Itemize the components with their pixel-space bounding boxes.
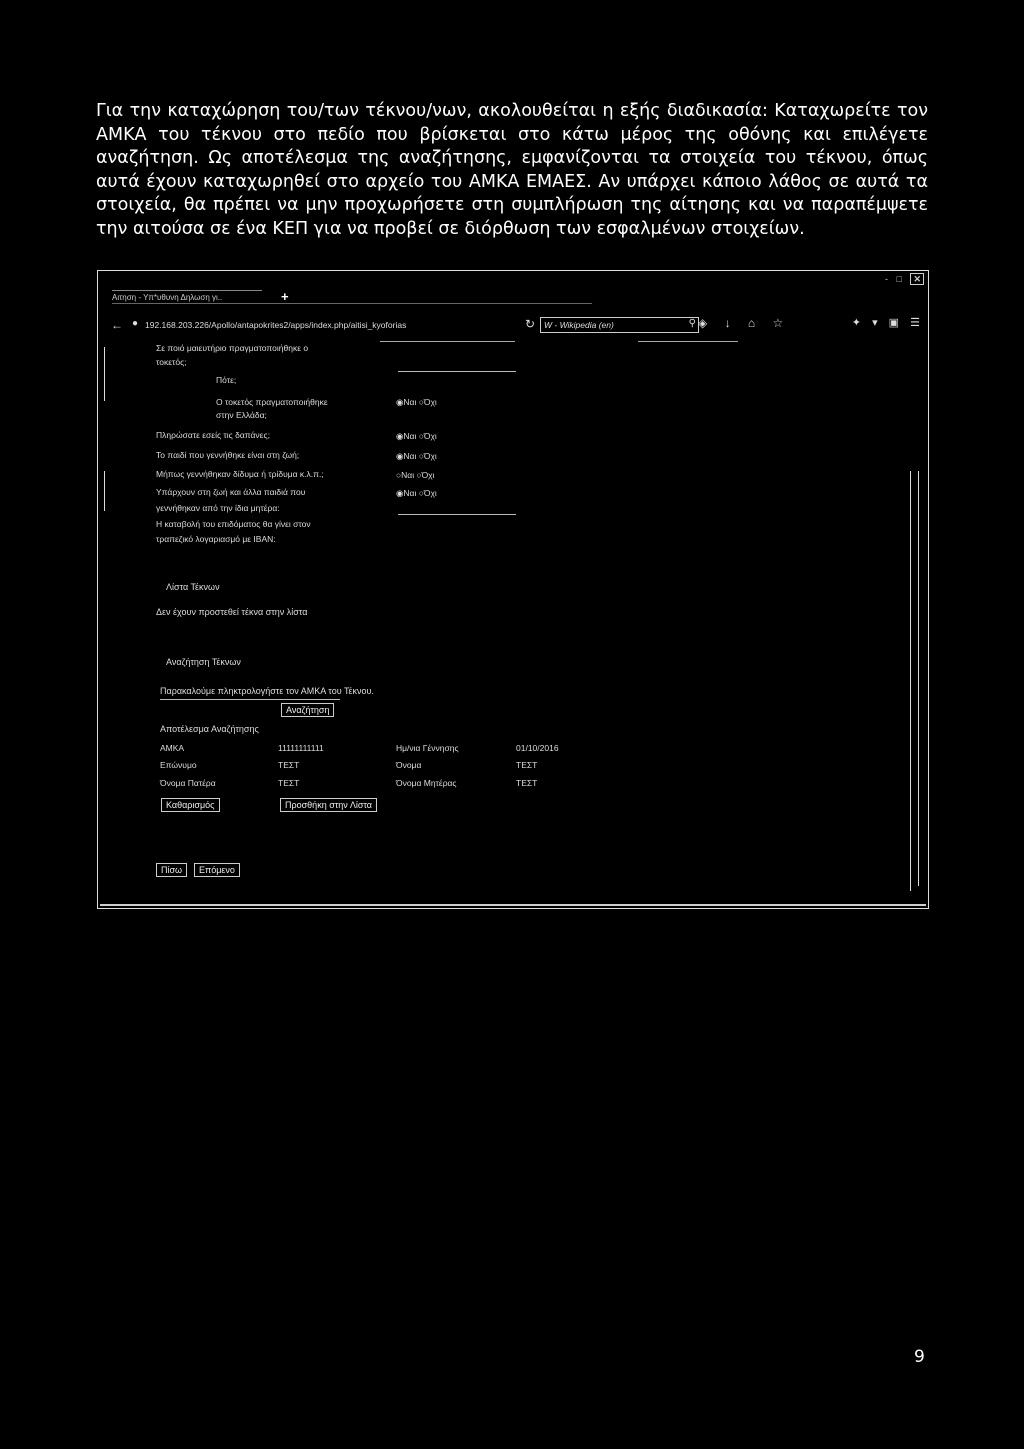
search-input[interactable]: W - Wikipedia (en) ⚲ bbox=[540, 317, 699, 333]
reload-icon[interactable]: ↻ bbox=[525, 317, 535, 331]
results-title: Αποτέλεσμα Αναζήτησης bbox=[160, 724, 259, 734]
bookmark-star-icon[interactable]: ☆ bbox=[773, 316, 784, 330]
extension-icon[interactable]: ✦ bbox=[852, 317, 861, 329]
pocket-icon[interactable]: ◈ bbox=[698, 316, 707, 330]
father-value: ΤΕΣΤ bbox=[278, 778, 300, 788]
url-bar[interactable]: 192.168.203.226/Apollo/antapokrites2/app… bbox=[145, 320, 515, 330]
twins-label: Μήπως γεννήθηκαν δίδυμα ή τρίδυμα κ.λ.π.… bbox=[156, 469, 324, 479]
browser-screenshot: Αιτηση - Υπ*υθυνη Δηλωση γι.. + - □ ✕ ← … bbox=[97, 270, 929, 909]
dropdown-icon[interactable]: ▾ bbox=[872, 317, 878, 329]
children-list-empty: Δεν έχουν προστεθεί τέκνα στην λίστα bbox=[156, 607, 308, 617]
tab-bar: Αιτηση - Υπ*υθυνη Δηλωση γι.. + - □ ✕ bbox=[98, 271, 928, 304]
amka-value: 11111111111 bbox=[278, 743, 324, 753]
intro-paragraph: Για την καταχώρηση του/των τέκνου/νων, α… bbox=[96, 101, 928, 239]
mother-value: ΤΕΣΤ bbox=[516, 778, 538, 788]
maternity-label: Σε ποιό μαιευτήριο πραγματοποιήθηκε ο bbox=[156, 343, 309, 353]
page-number: 9 bbox=[914, 1347, 925, 1367]
iban-label-2: τραπεζικό λογαριασμό με IBAN: bbox=[156, 534, 276, 544]
minimize-icon[interactable]: - bbox=[885, 274, 888, 284]
search-placeholder: W - Wikipedia (en) bbox=[544, 320, 614, 330]
back-button[interactable]: Πίσω bbox=[156, 863, 188, 877]
next-button[interactable]: Επόμενο bbox=[194, 863, 240, 877]
navigation-bar: ← ● 192.168.203.226/Apollo/antapokrites2… bbox=[98, 315, 928, 337]
clear-button[interactable]: Καθαρισμός bbox=[161, 798, 220, 812]
birthdate-label: Ημ/νια Γέννησης bbox=[396, 743, 459, 753]
search-icon[interactable]: ⚲ bbox=[689, 317, 696, 331]
browser-tab[interactable]: Αιτηση - Υπ*υθυνη Δηλωση γι.. bbox=[112, 290, 262, 302]
screenshot-icon[interactable]: ▣ bbox=[889, 317, 899, 329]
alive-label: Το παιδί που γεννήθηκε είναι στη ζωή; bbox=[156, 450, 300, 460]
add-to-list-button[interactable]: Προσθήκη στην Λίστα bbox=[280, 798, 378, 812]
others-radio[interactable]: ◉Ναι ○Όχι bbox=[396, 488, 437, 499]
close-icon[interactable]: ✕ bbox=[910, 273, 924, 285]
birthdate-value: 01/10/2016 bbox=[516, 743, 559, 753]
alive-radio[interactable]: ◉Ναι ○Όχι bbox=[396, 451, 437, 462]
mother-label: Όνομα Μητέρας bbox=[396, 778, 457, 788]
iban-label: Η καταβολή του επιδόματος θα γίνει στον bbox=[156, 519, 311, 529]
surname-value: ΤΕΣΤ bbox=[278, 760, 300, 770]
surname-label: Επώνυμο bbox=[160, 760, 197, 770]
twins-radio[interactable]: ○Ναι ○Όχι bbox=[396, 470, 435, 480]
search-title: Αναζήτηση Τέκνων bbox=[166, 657, 241, 667]
search-button[interactable]: Αναζήτηση bbox=[281, 703, 335, 717]
menu-icon[interactable]: ☰ bbox=[910, 317, 920, 329]
greece-radio[interactable]: ◉Ναι ○Όχι bbox=[396, 397, 437, 408]
others-label: Υπάρχουν στη ζωή και άλλα παιδιά που bbox=[156, 487, 306, 497]
when-label: Πότε; bbox=[216, 375, 237, 385]
home-icon[interactable]: ⌂ bbox=[748, 316, 755, 330]
globe-icon: ● bbox=[132, 318, 139, 329]
father-label: Όνομα Πατέρα bbox=[160, 778, 216, 788]
new-tab-button[interactable]: + bbox=[281, 289, 289, 304]
name-label: Όνομα bbox=[396, 760, 422, 770]
greece-label: Ο τοκετός πραγματοποιήθηκε bbox=[216, 397, 328, 407]
others-label-2: γεννήθηκαν από την ίδια μητέρα: bbox=[156, 503, 280, 513]
children-list-title: Λίστα Τέκνων bbox=[166, 582, 220, 592]
back-arrow-icon[interactable]: ← bbox=[111, 318, 123, 332]
expenses-label: Πληρώσατε εσείς τις δαπάνες; bbox=[156, 430, 270, 440]
search-instruction: Παρακαλούμε πληκτρολογήστε τον ΑΜΚΑ του … bbox=[160, 686, 374, 696]
greece-label-2: στην Ελλάδα; bbox=[216, 410, 267, 420]
name-value: ΤΕΣΤ bbox=[516, 760, 538, 770]
download-icon[interactable]: ↓ bbox=[725, 316, 731, 330]
maternity-label-2: τοκετός; bbox=[156, 357, 187, 367]
expenses-radio[interactable]: ◉Ναι ○Όχι bbox=[396, 431, 437, 442]
maximize-icon[interactable]: □ bbox=[897, 274, 902, 284]
amka-label: ΑΜΚΑ bbox=[160, 743, 185, 753]
window-controls: - □ ✕ bbox=[879, 273, 924, 285]
